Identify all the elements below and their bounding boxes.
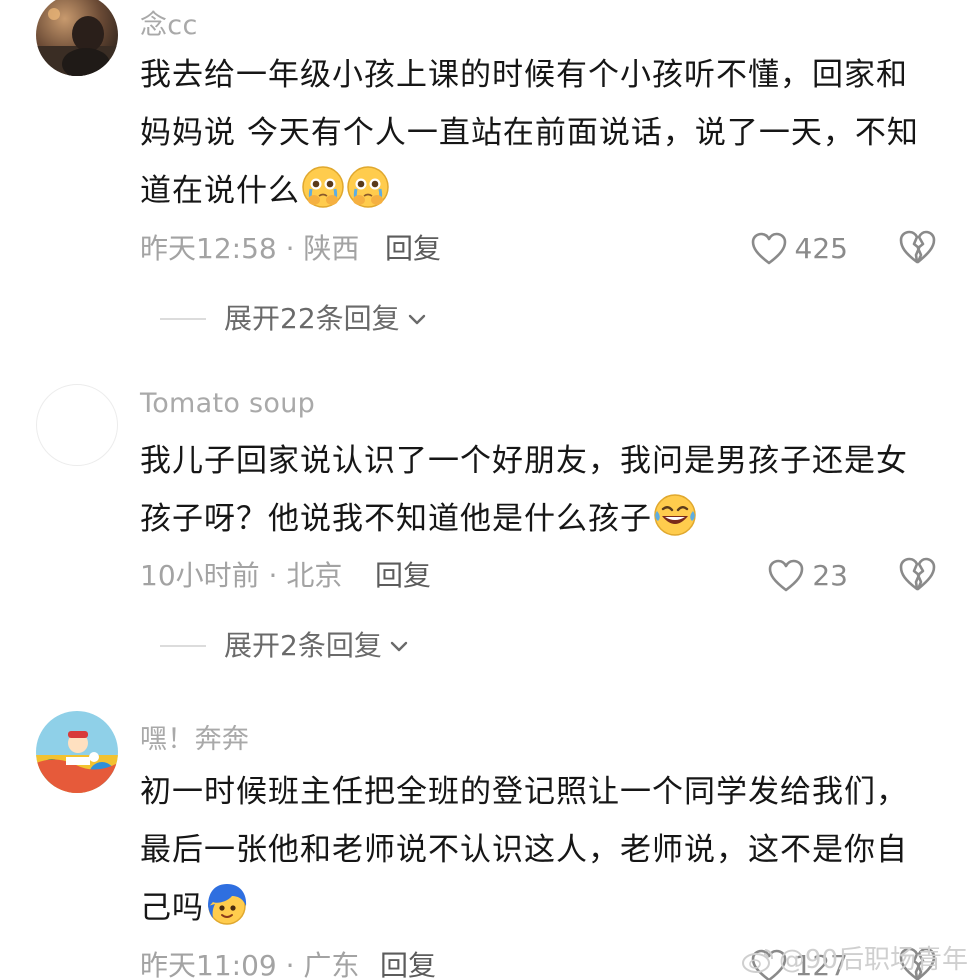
- heart-icon: [768, 559, 804, 593]
- comment-meta: 昨天12:58 · 陕西: [140, 232, 360, 265]
- like-count: 425: [794, 232, 848, 265]
- expand-replies-button[interactable]: 展开2条回复: [160, 626, 410, 666]
- avatar[interactable]: [36, 384, 118, 466]
- comment-text-content: 我儿子回家说认识了一个好朋友，我问是男孩子还是女孩子呀？他说我不知道他是什么孩子: [140, 443, 908, 537]
- broken-heart-icon: [898, 556, 938, 592]
- comment-text-content: 我去给一年级小孩上课的时候有个小孩听不懂，回家和妈妈说 今天有个人一直站在前面说…: [140, 57, 919, 209]
- comment-username[interactable]: Tomato soup: [140, 388, 315, 419]
- dislike-button[interactable]: [898, 229, 938, 269]
- comment-text: 初一时候班主任把全班的登记照让一个同学发给我们，最后一张他和老师说不认识这人，老…: [140, 763, 930, 937]
- comment-text-content: 初一时候班主任把全班的登记照让一个同学发给我们，最后一张他和老师说不认识这人，老…: [140, 774, 908, 926]
- reply-button[interactable]: 回复: [385, 229, 441, 269]
- like-button[interactable]: 425: [751, 229, 848, 269]
- laughing-tears-emoji: [653, 493, 697, 537]
- avatar[interactable]: [36, 0, 118, 76]
- pleading-cry-emoji: [346, 165, 390, 209]
- broken-heart-icon: [898, 229, 938, 265]
- weibo-logo-icon: [741, 946, 775, 974]
- comment-meta: 10小时前 · 北京: [140, 559, 343, 592]
- avatar[interactable]: [36, 711, 118, 793]
- expand-replies-label: 展开22条回复: [224, 302, 400, 335]
- comment-list: 念cc 我去给一年级小孩上课的时候有个小孩听不懂，回家和妈妈说 今天有个人一直站…: [0, 0, 980, 980]
- expand-replies-button[interactable]: 展开22条回复: [160, 299, 428, 339]
- comment-text: 我去给一年级小孩上课的时候有个小孩听不懂，回家和妈妈说 今天有个人一直站在前面说…: [140, 46, 930, 220]
- heart-icon: [751, 232, 787, 266]
- reply-button[interactable]: 回复: [375, 556, 431, 596]
- pleading-cry-emoji: [301, 165, 345, 209]
- watermark-text: @90后职场青年: [778, 945, 968, 975]
- chevron-down-icon: [388, 635, 410, 657]
- divider-line: [160, 318, 206, 320]
- weibo-watermark: @90后职场青年: [741, 942, 968, 978]
- reply-button[interactable]: 回复: [380, 946, 436, 980]
- comment-meta: 昨天11:09 · 广东: [140, 949, 360, 980]
- comment-username[interactable]: 嘿！奔奔: [140, 717, 249, 756]
- dislike-button[interactable]: [898, 556, 938, 596]
- like-count: 23: [812, 559, 848, 592]
- divider-line: [160, 645, 206, 647]
- like-button[interactable]: 23: [768, 556, 848, 596]
- blue-hair-face-emoji: [205, 882, 249, 926]
- expand-replies-label: 展开2条回复: [224, 629, 382, 662]
- chevron-down-icon: [406, 308, 428, 330]
- comment-username[interactable]: 念cc: [140, 3, 198, 42]
- comment-text: 我儿子回家说认识了一个好朋友，我问是男孩子还是女孩子呀？他说我不知道他是什么孩子: [140, 432, 930, 548]
